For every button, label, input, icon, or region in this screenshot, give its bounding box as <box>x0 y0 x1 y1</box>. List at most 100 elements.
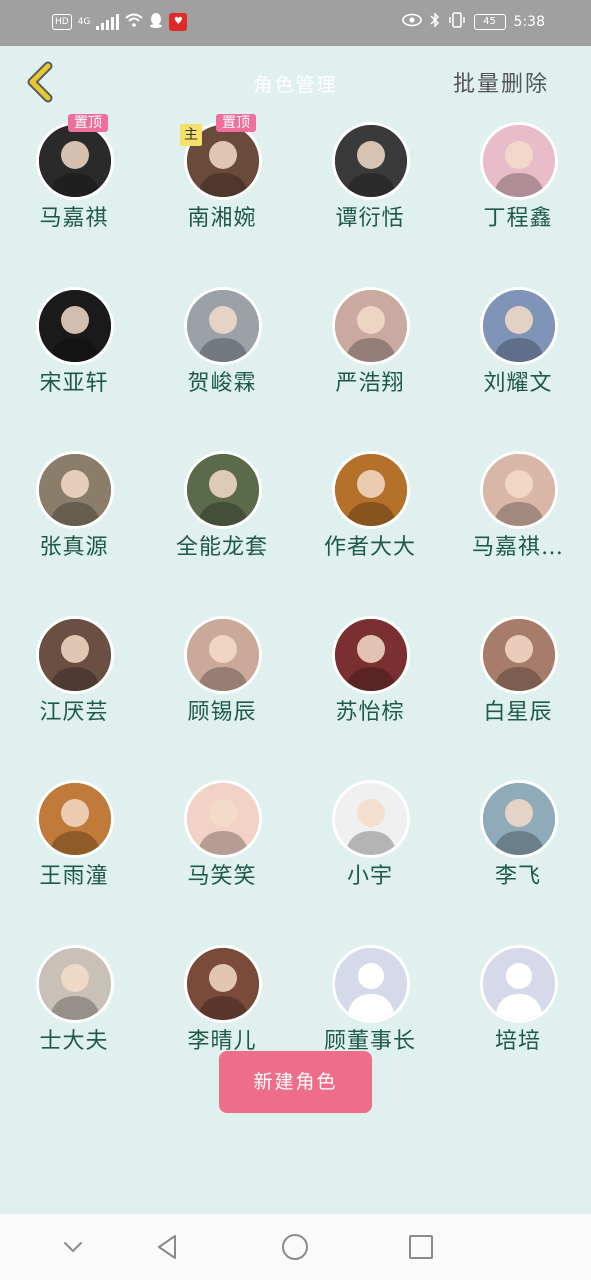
portrait-photo <box>39 289 111 362</box>
character-item[interactable]: 丁程鑫 <box>444 118 591 258</box>
wifi-icon <box>125 13 144 30</box>
clock: 5:38 <box>513 14 545 30</box>
status-left: HD 4G ♥ <box>52 12 188 31</box>
battery-icon: 45 <box>473 14 506 30</box>
portrait-photo <box>335 783 407 855</box>
character-name: 马笑笑 <box>187 864 257 889</box>
pinned-badge: 置顶 <box>216 114 256 132</box>
avatar <box>480 780 558 858</box>
pinned-badge: 置顶 <box>68 114 108 132</box>
character-name: 马嘉祺… <box>471 535 564 560</box>
character-name: 顾锡辰 <box>187 699 257 725</box>
character-name: 李晴儿 <box>187 1028 257 1054</box>
character-name: 张真源 <box>39 535 109 560</box>
eye-icon <box>401 13 422 31</box>
character-item[interactable]: 苏怡棕 <box>296 612 444 752</box>
batch-delete-button[interactable]: 批量删除 <box>453 66 549 98</box>
avatar <box>36 780 114 858</box>
character-item[interactable]: 马笑笑 <box>148 776 296 916</box>
character-item[interactable]: 置顶 马嘉祺 <box>0 114 148 258</box>
character-item[interactable]: 马嘉祺… <box>444 447 591 587</box>
character-item[interactable]: 贺峻霖 <box>148 283 296 423</box>
status-bar: HD 4G ♥ 45 5:38 <box>0 0 591 46</box>
character-name: 顾董事长 <box>323 1028 416 1054</box>
circle-home-icon <box>282 1234 308 1260</box>
portrait-photo <box>335 125 407 197</box>
portrait-photo <box>187 783 259 855</box>
character-item[interactable]: 全能龙套 <box>148 447 296 587</box>
portrait-photo <box>483 125 555 197</box>
character-item[interactable]: 白星辰 <box>444 612 591 752</box>
recents-button[interactable] <box>406 1232 436 1262</box>
portrait-photo <box>483 618 555 691</box>
character-name: 谭衍恬 <box>335 206 405 231</box>
header: 角色管理 批量删除 <box>0 46 591 118</box>
character-name: 贺峻霖 <box>187 370 257 396</box>
character-item[interactable]: 王雨潼 <box>0 776 148 916</box>
avatar <box>480 451 558 529</box>
character-name: 王雨潼 <box>39 864 109 889</box>
portrait-photo <box>335 289 407 362</box>
portrait-photo <box>483 783 555 855</box>
character-item[interactable]: 主置顶南湘婉 <box>148 114 296 258</box>
character-name: 南湘婉 <box>187 206 257 231</box>
avatar <box>36 944 114 1023</box>
avatar <box>480 615 558 694</box>
home-button[interactable] <box>280 1232 310 1262</box>
character-item[interactable]: 士大夫 <box>0 941 148 1081</box>
portrait-photo <box>39 454 111 526</box>
character-name: 宋亚轩 <box>39 370 109 396</box>
chevron-down-icon <box>64 1242 82 1253</box>
vibrate-icon <box>448 12 466 32</box>
person-silhouette-icon <box>483 947 555 1020</box>
character-item[interactable]: 李飞 <box>444 776 591 916</box>
character-item[interactable]: 刘耀文 <box>444 283 591 423</box>
character-name: 白星辰 <box>483 699 553 725</box>
person-silhouette-icon <box>335 947 407 1020</box>
character-item[interactable]: 谭衍恬 <box>296 118 444 258</box>
character-item[interactable]: 作者大大 <box>296 447 444 587</box>
battery-level: 45 <box>483 16 496 27</box>
portrait-photo <box>187 454 259 526</box>
avatar <box>480 286 558 365</box>
square-recents-icon <box>409 1235 433 1259</box>
status-right: 45 5:38 <box>401 12 545 32</box>
collapse-button[interactable] <box>58 1232 88 1262</box>
character-item[interactable]: 严浩翔 <box>296 283 444 423</box>
character-item[interactable]: 江厌芸 <box>0 612 148 752</box>
avatar <box>332 615 410 694</box>
character-name: 培培 <box>494 1028 541 1054</box>
main-character-badge: 主 <box>180 124 202 146</box>
character-item[interactable]: 培培 <box>444 941 591 1081</box>
portrait-photo <box>483 454 555 526</box>
signal-icon <box>96 13 120 30</box>
portrait-photo <box>483 289 555 362</box>
nav-back-button[interactable] <box>153 1232 183 1262</box>
portrait-photo <box>187 618 259 691</box>
bluetooth-icon <box>430 12 440 32</box>
avatar <box>332 451 410 529</box>
portrait-photo <box>39 947 111 1020</box>
triangle-back-icon <box>158 1235 176 1259</box>
avatar <box>480 122 558 200</box>
character-name: 小宇 <box>346 864 393 889</box>
hd-badge: HD <box>52 13 72 30</box>
avatar <box>332 122 410 200</box>
portrait-photo <box>335 454 407 526</box>
avatar <box>184 451 262 529</box>
character-item[interactable]: 顾锡辰 <box>148 612 296 752</box>
character-item[interactable]: 张真源 <box>0 447 148 587</box>
new-character-button[interactable]: 新建角色 <box>219 1051 372 1113</box>
avatar <box>36 615 114 694</box>
avatar <box>36 122 114 200</box>
app-notification-icon: ♥ <box>169 12 188 31</box>
character-name: 全能龙套 <box>175 535 268 560</box>
character-item[interactable]: 小宇 <box>296 776 444 916</box>
character-name: 刘耀文 <box>483 370 553 396</box>
character-name: 作者大大 <box>323 535 416 560</box>
avatar <box>36 451 114 529</box>
character-item[interactable]: 宋亚轩 <box>0 283 148 423</box>
character-name: 严浩翔 <box>335 370 405 396</box>
character-name: 士大夫 <box>39 1028 109 1054</box>
network-label: 4G <box>77 16 91 27</box>
